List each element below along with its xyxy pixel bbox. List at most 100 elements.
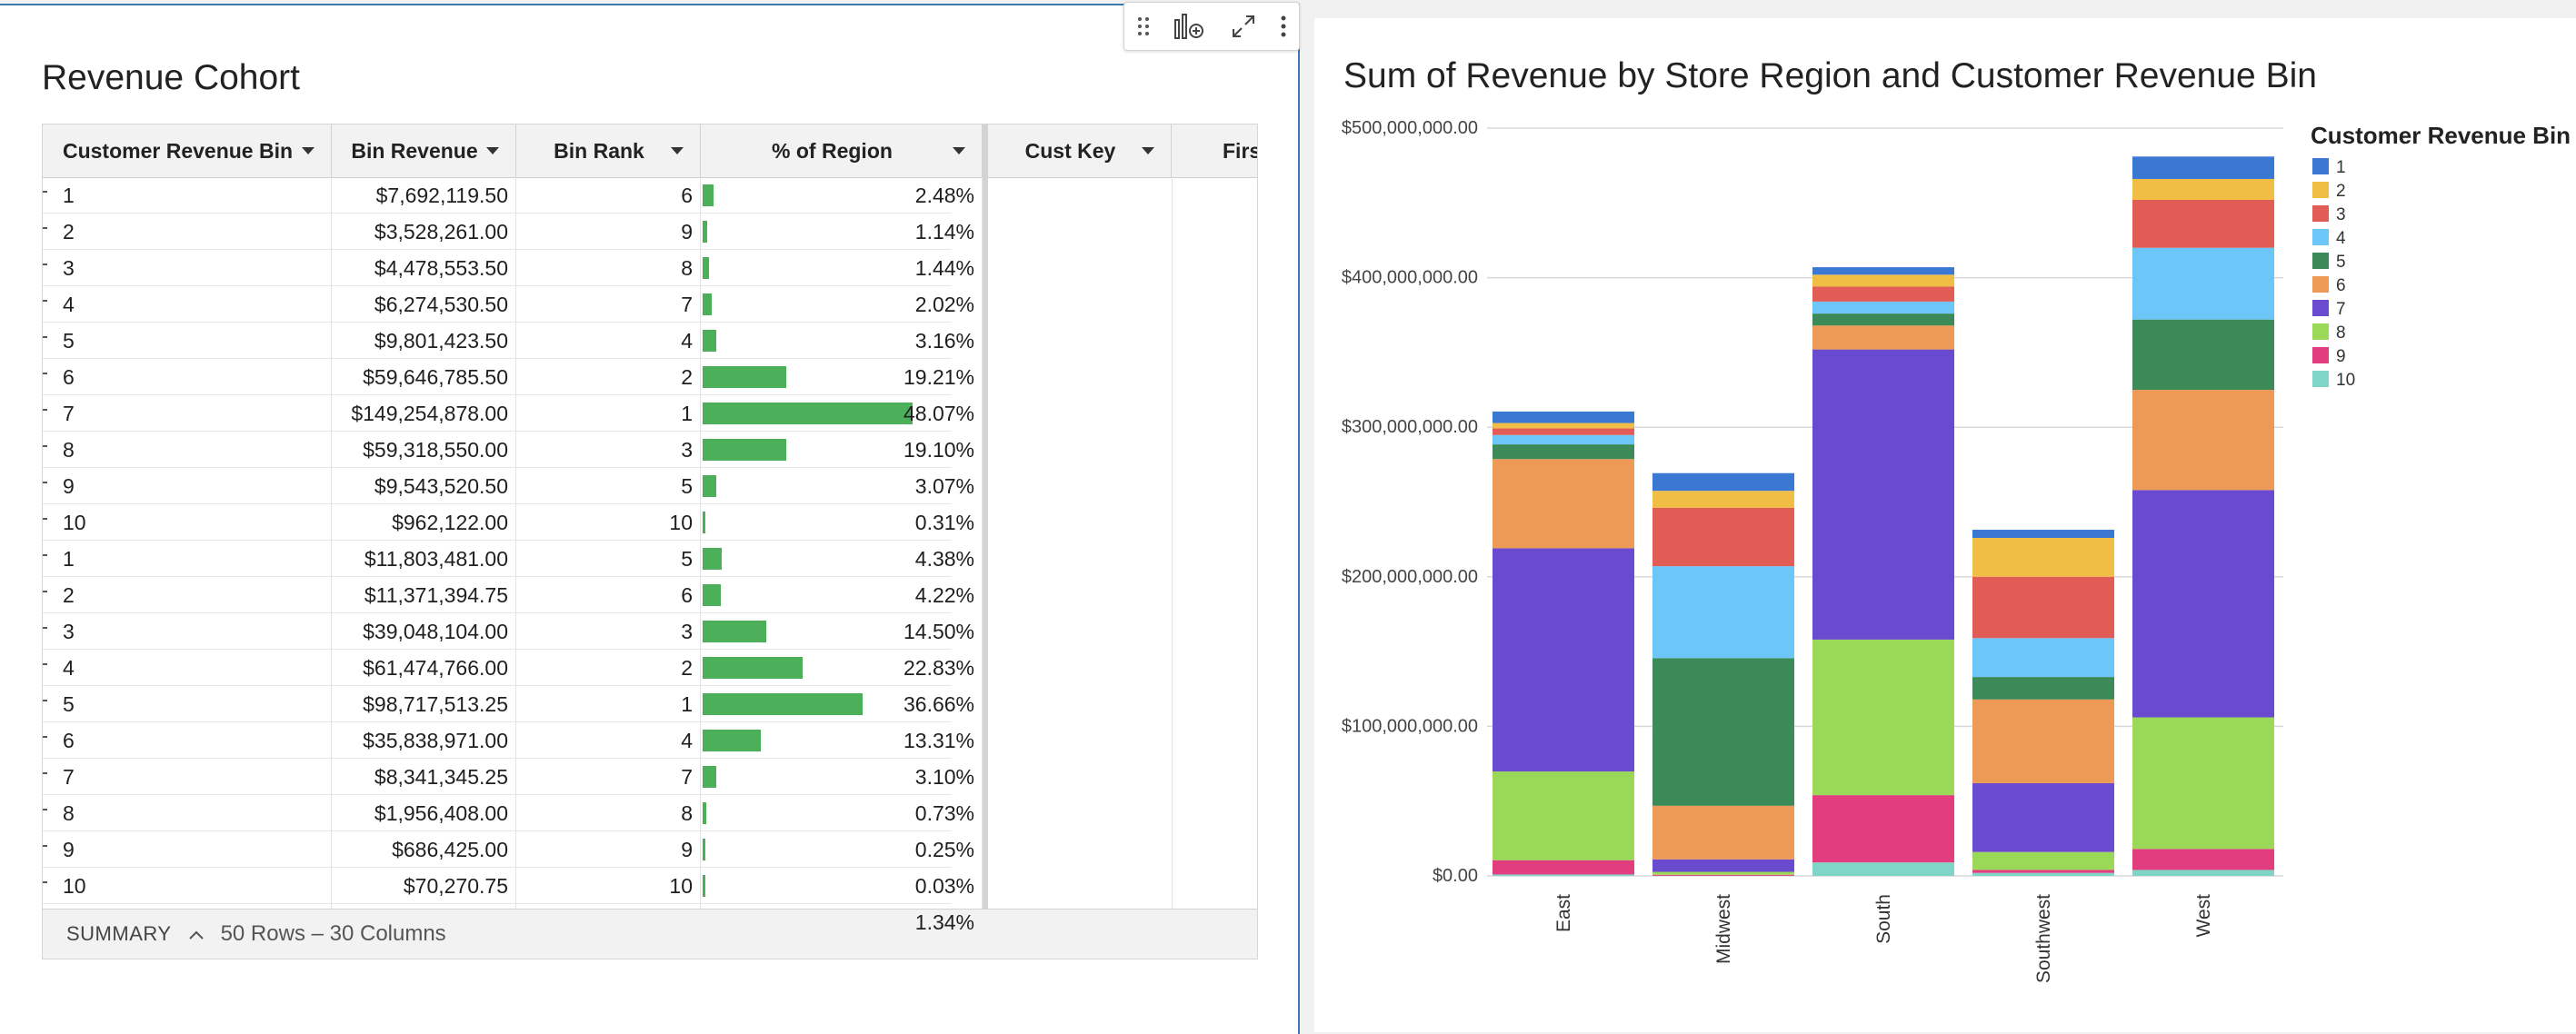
table-row[interactable]: 9$686,425.0090.25% xyxy=(43,831,952,868)
legend-item: 8 xyxy=(2336,323,2346,343)
legend-swatch xyxy=(2312,253,2329,269)
cell-pct-of-region: 13.31% xyxy=(701,722,983,759)
cell-pct-of-region: 36.66% xyxy=(701,686,983,722)
pct-data-bar xyxy=(703,512,705,533)
table-row[interactable]: 5$9,801,423.5043.16% xyxy=(43,323,952,359)
cell-bin-revenue: $9,543,520.50 xyxy=(332,468,516,504)
legend-swatch xyxy=(2312,347,2329,363)
frozen-column-divider[interactable] xyxy=(983,124,988,959)
table-row[interactable]: 3$39,048,104.00314.50% xyxy=(43,613,952,650)
cell-bin-rank: 2 xyxy=(516,650,701,686)
row-indent-tick xyxy=(43,627,47,629)
pct-data-bar xyxy=(703,693,863,715)
cell-bin-rank: 3 xyxy=(516,432,701,468)
cell-bin-rank: 7 xyxy=(516,286,701,323)
column-header-first-purchase[interactable]: First Pur xyxy=(1172,124,1258,177)
more-vertical-icon[interactable] xyxy=(1280,15,1287,38)
cell-pct-of-region: 3.16% xyxy=(701,323,983,359)
table-row[interactable]: 6$59,646,785.50219.21% xyxy=(43,359,952,395)
row-indent-tick xyxy=(43,772,47,774)
cell-text: 9 xyxy=(63,474,75,498)
column-header-pct-of-region[interactable]: % of Region xyxy=(701,124,983,177)
chevron-down-icon[interactable] xyxy=(953,147,965,154)
chevron-down-icon[interactable] xyxy=(1142,147,1154,154)
pct-data-bar xyxy=(703,439,786,461)
row-indent-tick xyxy=(43,591,47,592)
pct-data-bar xyxy=(703,548,722,570)
column-header-bin-rank[interactable]: Bin Rank xyxy=(516,124,701,177)
drag-handle-icon[interactable] xyxy=(1136,15,1151,37)
cell-text: 2.02% xyxy=(915,293,974,316)
cell-pct-of-region: 0.73% xyxy=(701,795,983,831)
cell-text: 10 xyxy=(63,511,86,534)
column-header-customer-revenue-bin[interactable]: Customer Revenue Bin xyxy=(43,124,332,177)
table-row[interactable]: 7$149,254,878.00148.07% xyxy=(43,395,952,432)
table-row[interactable]: 7$8,341,345.2573.10% xyxy=(43,759,952,795)
table-row[interactable]: 4$6,274,530.5072.02% xyxy=(43,286,952,323)
pct-data-bar xyxy=(703,621,766,642)
table-row[interactable]: 1$11,803,481.0054.38% xyxy=(43,541,952,577)
bar-segment xyxy=(1493,771,1634,860)
cell-text: 4.38% xyxy=(915,547,974,571)
x-tick-label: South xyxy=(1873,894,1894,944)
table-row[interactable]: 5$98,717,513.25136.66% xyxy=(43,686,952,722)
cell-text: 22.83% xyxy=(904,656,974,680)
cell-text: 14.50% xyxy=(904,620,974,643)
row-indent-tick xyxy=(43,263,47,265)
cell-text: 2.48% xyxy=(915,184,974,207)
table-row[interactable]: 1$7,692,119.5062.48% xyxy=(43,177,952,214)
table-row[interactable]: 2$3,528,261.0091.14% xyxy=(43,214,952,250)
row-indent-tick xyxy=(43,373,47,374)
table-row[interactable]: 10$70,270.75100.03% xyxy=(43,868,952,904)
bar-segment xyxy=(1652,508,1794,566)
cell-bin-revenue: $8,341,345.25 xyxy=(332,759,516,795)
table-row[interactable]: 8$1,956,408.0080.73% xyxy=(43,795,952,831)
chevron-down-icon[interactable] xyxy=(486,147,499,154)
bar-segment xyxy=(1972,783,2114,852)
summary-row-count: 50 Rows – 30 Columns xyxy=(221,921,446,947)
bar-segment xyxy=(1493,435,1634,444)
chevron-down-icon[interactable] xyxy=(302,147,315,154)
row-indent-tick xyxy=(43,809,47,810)
element-toolbar xyxy=(1123,2,1300,51)
pct-data-bar xyxy=(703,184,714,206)
bar-segment xyxy=(2132,870,2274,876)
chevron-up-icon[interactable] xyxy=(188,921,205,947)
cell-bin-rank: 8 xyxy=(516,250,701,286)
pct-data-bar xyxy=(703,730,761,751)
legend-item: 7 xyxy=(2336,300,2346,319)
cell-bin-revenue: $686,425.00 xyxy=(332,831,516,868)
column-header-label: Cust Key xyxy=(1025,139,1134,164)
column-header-bin-revenue[interactable]: Bin Revenue xyxy=(332,124,516,177)
cell-pct-of-region: 3.07% xyxy=(701,468,983,504)
bar-segment xyxy=(1972,530,2114,538)
y-tick-label: $400,000,000.00 xyxy=(1342,268,1478,288)
table-row[interactable]: 2$11,371,394.7564.22% xyxy=(43,577,952,613)
cell-revenue-bin: 5 xyxy=(43,323,332,359)
summary-bar[interactable]: SUMMARY 50 Rows – 30 Columns xyxy=(43,909,1257,959)
table-row[interactable]: 10$962,122.00100.31% xyxy=(43,504,952,541)
cell-text: 1 xyxy=(63,184,75,207)
chart-title: Sum of Revenue by Store Region and Custo… xyxy=(1343,56,2317,95)
table-row[interactable]: 4$61,474,766.00222.83% xyxy=(43,650,952,686)
bar-segment xyxy=(2132,156,2274,179)
table-header: Customer Revenue Bin Bin Revenue Bin Ran… xyxy=(43,124,1257,178)
cell-text: 48.07% xyxy=(904,402,974,425)
table-row[interactable]: 9$9,543,520.5053.07% xyxy=(43,468,952,504)
bar-segment xyxy=(2132,490,2274,717)
table-row[interactable]: 8$59,318,550.00319.10% xyxy=(43,432,952,468)
chevron-down-icon[interactable] xyxy=(671,147,684,154)
expand-icon[interactable] xyxy=(1230,13,1257,40)
chart-add-icon[interactable] xyxy=(1173,13,1206,40)
cell-bin-rank: 6 xyxy=(516,577,701,613)
bar-segment xyxy=(1493,412,1634,423)
column-divider xyxy=(1172,177,1173,959)
table-row[interactable]: 6$35,838,971.00413.31% xyxy=(43,722,952,759)
column-header-cust-key[interactable]: Cust Key xyxy=(988,124,1172,177)
legend-swatch xyxy=(2312,229,2329,245)
cell-bin-rank: 9 xyxy=(516,214,701,250)
cell-text: 13.31% xyxy=(904,729,974,752)
cell-bin-revenue: $4,478,553.50 xyxy=(332,250,516,286)
table-row[interactable]: 3$4,478,553.5081.44% xyxy=(43,250,952,286)
row-indent-tick xyxy=(43,300,47,302)
